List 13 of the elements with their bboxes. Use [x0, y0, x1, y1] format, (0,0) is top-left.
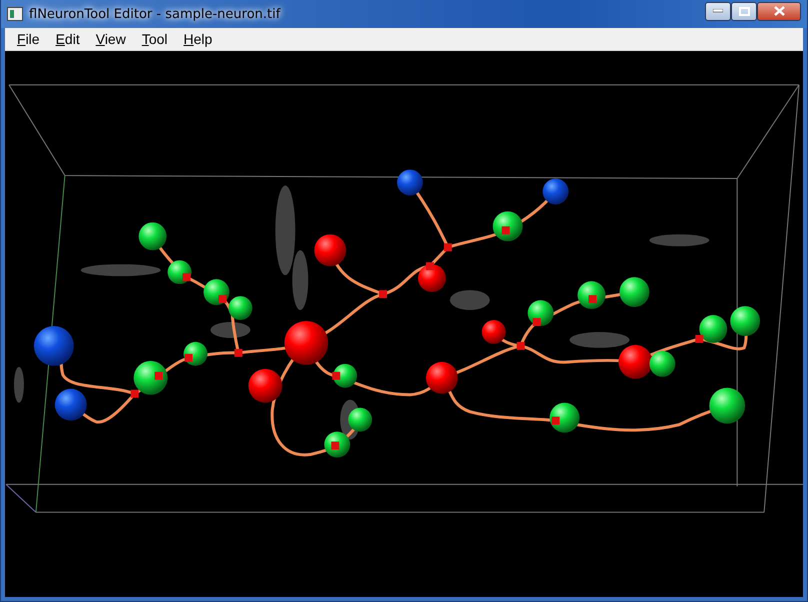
- menu-item[interactable]: Help: [176, 30, 220, 48]
- minimize-icon: [713, 9, 723, 13]
- close-icon: [774, 6, 784, 16]
- window-title: flNeuronTool Editor - sample-neuron.tif: [29, 6, 282, 22]
- maximize-icon: [738, 6, 750, 16]
- menu-item[interactable]: Edit: [48, 30, 88, 48]
- menu-item[interactable]: Tool: [134, 30, 176, 48]
- maximize-button[interactable]: [731, 2, 757, 20]
- close-button[interactable]: [757, 2, 801, 20]
- menu-item[interactable]: File: [9, 30, 48, 48]
- menu-item[interactable]: View: [88, 30, 134, 48]
- app-icon: [7, 7, 23, 21]
- minimize-button[interactable]: [705, 2, 731, 20]
